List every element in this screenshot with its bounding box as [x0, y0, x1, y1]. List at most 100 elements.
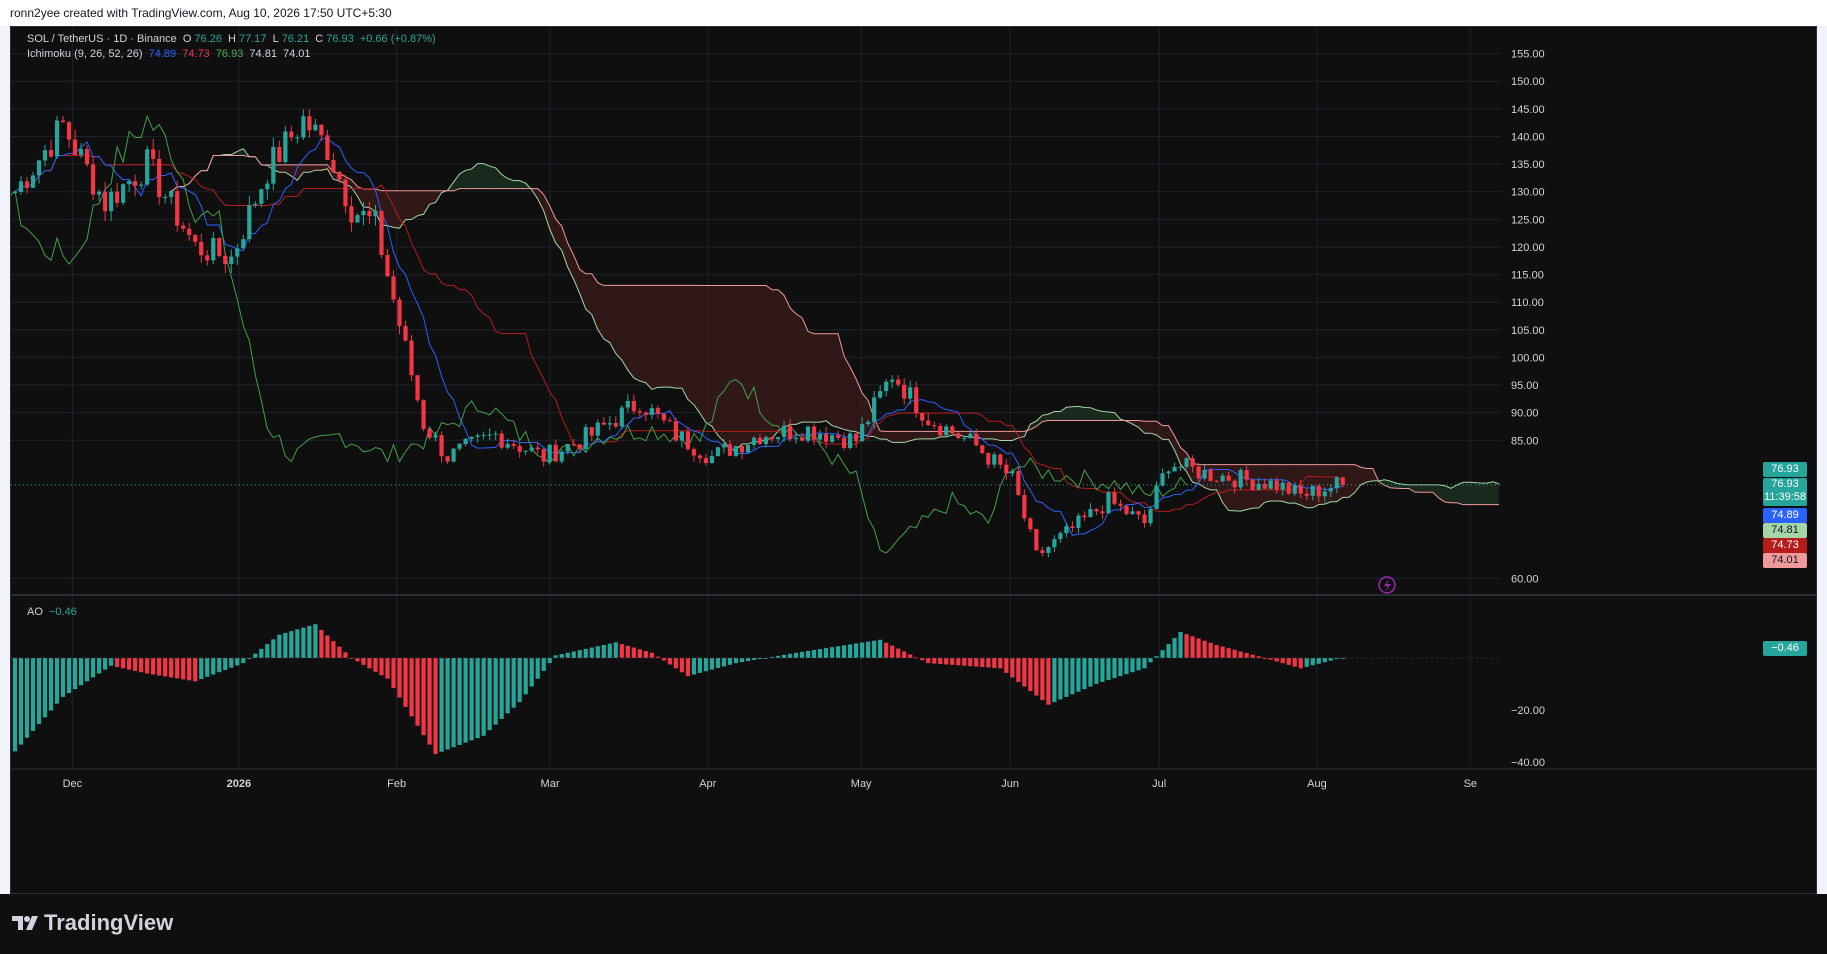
candle-body	[1022, 495, 1027, 519]
chart-frame[interactable]: 155.00 150.00 145.00 140.00 135.00 130.00 125.…	[10, 26, 1817, 894]
ichimoku-cloud-segment	[693, 285, 700, 414]
candle-body	[439, 435, 444, 457]
ao-bar	[439, 657, 444, 752]
candle-body	[577, 444, 582, 449]
ao-bar	[1196, 638, 1201, 658]
ichimoku-cloud-segment	[723, 285, 730, 449]
ao-bar	[998, 657, 1003, 669]
ichimoku-cloud-segment	[1162, 425, 1169, 440]
ao-bar	[493, 657, 498, 725]
ao-bar	[505, 657, 510, 714]
candle-body	[319, 124, 324, 136]
ao-bar	[445, 657, 450, 750]
ichimoku-cloud-segment	[1462, 482, 1469, 505]
ao-bar	[884, 642, 889, 658]
ao-bar	[265, 644, 270, 658]
close-label: C	[315, 33, 324, 45]
ao-bar	[1028, 657, 1033, 692]
ao-bar	[451, 657, 456, 748]
candle-body	[829, 435, 835, 442]
candle-body	[980, 445, 985, 453]
candle-body	[1256, 483, 1261, 490]
candle-body	[902, 384, 907, 399]
ao-bar	[1118, 657, 1123, 677]
candle-body	[715, 447, 721, 457]
candle-body	[926, 420, 931, 426]
ao-bar	[908, 654, 913, 658]
ichimoku-cloud-segment	[627, 285, 634, 378]
ichimoku-cloud-segment	[1078, 406, 1085, 421]
ao-bar	[1148, 657, 1153, 663]
ichimoku-cloud-segment	[1432, 484, 1439, 499]
candle-body	[253, 203, 258, 206]
ao-bar	[715, 657, 721, 669]
chart-canvas[interactable]: 155.00 150.00 145.00 140.00 135.00 130.00 125.…	[11, 27, 1816, 893]
current-price-tag: 76.93 11:39:58	[1763, 478, 1807, 506]
ao-bar	[48, 657, 54, 711]
candle-body	[295, 137, 300, 139]
candle-body	[487, 434, 492, 436]
ao-bar	[1142, 657, 1147, 669]
ichimoku-cloud-segment	[922, 431, 929, 439]
candle-body	[745, 444, 751, 453]
ao-bar	[980, 657, 985, 668]
ao-bar	[733, 657, 739, 664]
candle-body	[103, 191, 108, 212]
candle-body	[908, 387, 913, 399]
candle-body	[571, 444, 576, 446]
ao-bar	[475, 657, 480, 739]
ichimoku-cloud-segment	[1066, 406, 1073, 421]
candle-body	[866, 421, 871, 425]
candle-body	[78, 149, 84, 155]
candle-body	[265, 183, 270, 190]
ao-bar	[829, 647, 835, 658]
ichimoku-cloud-segment	[573, 255, 580, 294]
tradingview-logo[interactable]: TradingView	[12, 910, 173, 936]
ao-bar	[1100, 657, 1105, 682]
time-axis-label: May	[851, 778, 872, 790]
candle-body	[1166, 471, 1171, 474]
ao-bar	[469, 657, 474, 741]
ichimoku-cloud-segment	[844, 356, 851, 432]
ao-bar	[487, 657, 492, 731]
candle-body	[211, 238, 216, 261]
price-axis-tick: 140.00	[1511, 131, 1545, 143]
countdown-timer: 11:39:58	[1763, 491, 1806, 503]
ao-bar	[325, 635, 330, 658]
time-axis-label: Se	[1464, 778, 1477, 790]
candle-body	[1226, 475, 1231, 481]
ao-bar	[1010, 657, 1015, 678]
ichimoku-cloud-segment	[880, 431, 887, 440]
ichimoku-cloud-segment	[1138, 420, 1145, 434]
candle-body	[613, 423, 618, 427]
ichimoku-cloud-segment	[423, 190, 430, 215]
ichimoku-cloud-segment	[1456, 482, 1463, 505]
ichimoku-cloud-segment	[1006, 431, 1013, 441]
tradingview-logo-icon	[12, 916, 38, 930]
candle-body	[445, 456, 450, 462]
candle-body	[349, 206, 354, 223]
ichimoku-cloud-segment	[675, 285, 682, 389]
candle-body	[289, 131, 294, 138]
candle-body	[1244, 470, 1249, 480]
ao-bar	[277, 634, 282, 658]
ichimoku-cloud-segment	[663, 285, 670, 388]
ao-bar	[1064, 657, 1069, 697]
ao-bar	[1208, 642, 1213, 658]
candle-body	[1154, 485, 1159, 509]
candle-body	[283, 131, 288, 162]
ao-bar	[145, 657, 150, 674]
ao-bar	[673, 657, 678, 669]
candle-body	[433, 435, 438, 438]
ao-bar	[836, 646, 841, 658]
candle-body	[854, 433, 859, 442]
ichimoku-cloud-segment	[1480, 483, 1487, 505]
candle-body	[163, 196, 168, 198]
candle-body	[361, 210, 366, 216]
candle-body	[115, 191, 120, 203]
ao-bar	[385, 657, 390, 679]
ao-bar	[157, 657, 162, 676]
ao-bar	[529, 657, 534, 687]
candle-body	[36, 160, 42, 176]
ao-bar	[97, 657, 102, 674]
